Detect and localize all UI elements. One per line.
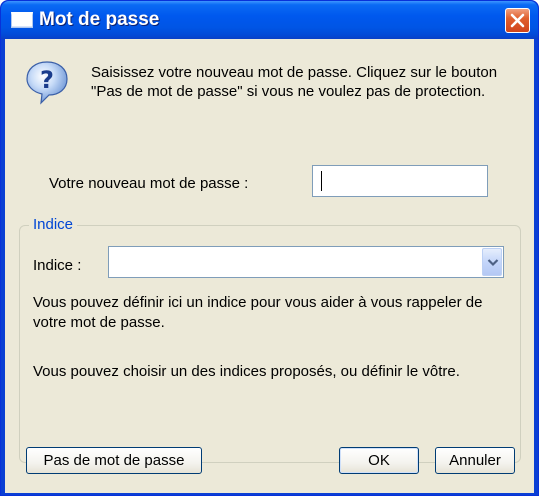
hint-group-legend: Indice	[29, 216, 78, 233]
hint-dropdown-button[interactable]	[482, 248, 502, 276]
dialog-body: ? Saisissez votre nouveau mot de passe. …	[5, 39, 534, 493]
title-bar[interactable]: Mot de passe	[1, 1, 538, 39]
intro-text: Saisissez votre nouveau mot de passe. Cl…	[91, 64, 498, 100]
no-password-button[interactable]: Pas de mot de passe	[26, 447, 202, 474]
chevron-down-icon	[487, 259, 499, 267]
password-label: Votre nouveau mot de passe :	[49, 175, 249, 192]
cancel-button[interactable]: Annuler	[435, 447, 515, 474]
window-icon	[11, 12, 33, 28]
text-caret	[321, 171, 322, 191]
hint-label: Indice :	[33, 257, 82, 274]
close-icon	[510, 13, 525, 28]
hint-combobox[interactable]	[108, 246, 504, 278]
window-title: Mot de passe	[39, 9, 160, 30]
hint-description-2: Vous pouvez choisir un des indices propo…	[33, 363, 460, 380]
ok-button[interactable]: OK	[339, 447, 419, 474]
password-input[interactable]	[312, 165, 488, 197]
dialog-window: Mot de passe ? Saisissez votre nouveau m…	[0, 0, 539, 496]
svg-text:?: ?	[40, 66, 54, 94]
hint-description-1: Vous pouvez définir ici un indice pour v…	[33, 294, 483, 331]
question-icon: ?	[26, 61, 68, 105]
close-button[interactable]	[505, 8, 530, 33]
